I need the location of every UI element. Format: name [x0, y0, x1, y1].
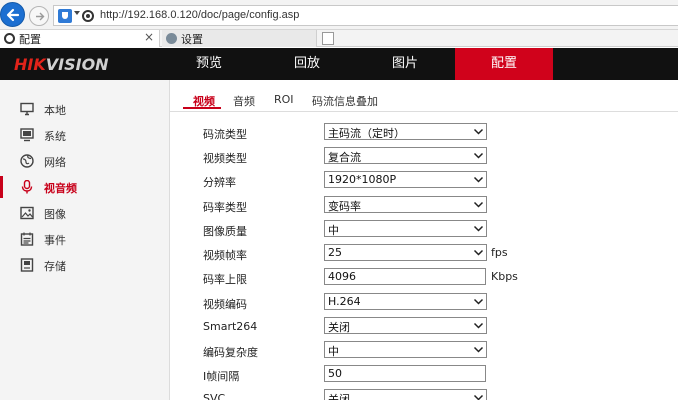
- max-bitrate-unit: Kbps: [491, 270, 518, 283]
- site-favicon-icon: [82, 10, 94, 22]
- encoding-complexity-select[interactable]: 中: [324, 341, 487, 358]
- chevron-down-icon: [473, 152, 484, 159]
- arrow-right-icon: [36, 12, 45, 21]
- resolution-select[interactable]: 1920*1080P: [324, 171, 487, 188]
- arrow-left-icon: [6, 8, 20, 22]
- chevron-down-icon: [473, 346, 484, 353]
- globe-icon: [20, 154, 34, 168]
- monitor-icon: [20, 102, 34, 116]
- app-header: HIKVISION 预览 回放 图片 配置: [0, 48, 678, 80]
- forward-button[interactable]: [29, 6, 49, 26]
- browser-tab-settings[interactable]: 设置: [162, 30, 317, 47]
- sidebar-item-video-audio[interactable]: 视音频: [0, 174, 170, 200]
- max-bitrate-input[interactable]: 4096: [324, 268, 486, 285]
- url-field[interactable]: http://192.168.0.120/doc/page/config.asp: [53, 5, 678, 26]
- browser-tab-label: 设置: [181, 33, 203, 46]
- nav-preview[interactable]: 预览: [160, 48, 258, 80]
- chevron-down-icon: [473, 225, 484, 232]
- back-button[interactable]: [0, 2, 25, 27]
- image-quality-select[interactable]: 中: [324, 220, 487, 237]
- image-icon: [20, 206, 34, 220]
- active-tab-underline: [183, 107, 221, 109]
- tab-stream-info-overlay[interactable]: 码流信息叠加: [312, 93, 378, 109]
- svc-select[interactable]: 关闭: [324, 389, 487, 400]
- new-tab-button[interactable]: [322, 32, 334, 45]
- close-icon[interactable]: ×: [144, 30, 154, 44]
- video-encoding-select[interactable]: H.264: [324, 293, 487, 310]
- sidebar-item-image[interactable]: 图像: [0, 200, 170, 226]
- smart264-select[interactable]: 关闭: [324, 317, 487, 334]
- bitrate-type-select[interactable]: 变码率: [324, 196, 487, 213]
- nav-picture[interactable]: 图片: [356, 48, 454, 80]
- config-subtabs: 视频 音频 ROI 码流信息叠加: [170, 80, 678, 112]
- tab-favicon-icon: [4, 33, 15, 44]
- i-frame-interval-input[interactable]: 50: [324, 365, 486, 382]
- chevron-down-icon: [473, 176, 484, 183]
- microphone-icon: [21, 180, 33, 194]
- chevron-down-icon[interactable]: [74, 11, 80, 15]
- sidebar-item-storage[interactable]: 存储: [0, 252, 170, 278]
- nav-configuration[interactable]: 配置: [455, 48, 553, 80]
- browser-tab-label: 配置: [19, 33, 41, 46]
- chevron-down-icon: [473, 128, 484, 135]
- browser-address-bar: http://192.168.0.120/doc/page/config.asp: [0, 0, 678, 30]
- sidebar-item-local[interactable]: 本地: [0, 96, 170, 122]
- browser-tab-strip: 配置 × 设置: [0, 30, 678, 47]
- tab-audio[interactable]: 音频: [233, 93, 255, 109]
- video-type-select[interactable]: 复合流: [324, 147, 487, 164]
- system-icon: [20, 128, 34, 142]
- chevron-down-icon: [473, 298, 484, 305]
- sidebar: 本地 系统 网络 视音频 图像 事件 存储: [0, 80, 170, 400]
- storage-icon: [20, 258, 34, 272]
- tab-roi[interactable]: ROI: [274, 93, 294, 106]
- settings-favicon-icon: [166, 33, 177, 44]
- sidebar-item-network[interactable]: 网络: [0, 148, 170, 174]
- chevron-down-icon: [473, 322, 484, 329]
- sidebar-item-system[interactable]: 系统: [0, 122, 170, 148]
- stream-type-select[interactable]: 主码流（定时）: [324, 123, 487, 140]
- chevron-down-icon: [473, 394, 484, 400]
- chevron-down-icon: [473, 201, 484, 208]
- hikvision-logo: HIKVISION: [14, 55, 109, 74]
- chevron-down-icon: [473, 249, 484, 256]
- shield-icon[interactable]: [58, 9, 72, 23]
- active-indicator: [0, 176, 3, 198]
- browser-tab-config[interactable]: 配置 ×: [0, 30, 160, 47]
- frame-rate-unit: fps: [491, 246, 508, 259]
- sidebar-item-event[interactable]: 事件: [0, 226, 170, 252]
- calendar-icon: [20, 232, 34, 246]
- nav-playback[interactable]: 回放: [258, 48, 356, 80]
- url-text[interactable]: http://192.168.0.120/doc/page/config.asp: [100, 9, 299, 21]
- frame-rate-select[interactable]: 25: [324, 244, 487, 261]
